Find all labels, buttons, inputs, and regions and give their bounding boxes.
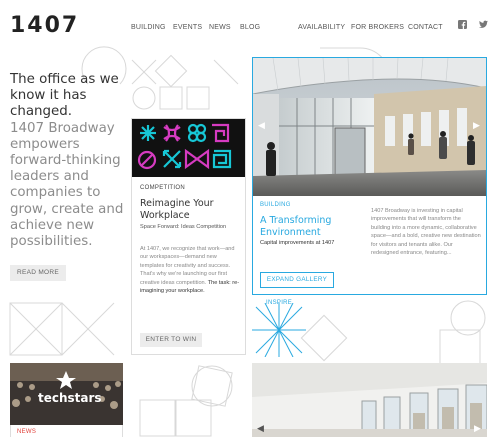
competition-artwork bbox=[132, 119, 245, 177]
nav-contact[interactable]: CONTACT bbox=[408, 24, 443, 31]
twitter-icon[interactable] bbox=[479, 20, 488, 29]
competition-title[interactable]: Reimagine Your Workplace bbox=[140, 198, 240, 221]
read-more-button[interactable]: READ MORE bbox=[10, 265, 66, 281]
techstars-caption: techstars bbox=[38, 391, 102, 405]
building-body: 1407 Broadway is investing in capital im… bbox=[371, 208, 481, 257]
nav-blog[interactable]: BLOG bbox=[240, 24, 260, 31]
hero-text: The office as we know it has changed. 14… bbox=[10, 72, 128, 250]
inspire-starburst-icon[interactable] bbox=[252, 303, 306, 357]
competition-task-label: The task: bbox=[207, 279, 231, 286]
competition-tag: COMPETITION bbox=[140, 185, 185, 191]
competition-body: At 1407, we recognize that work—and our … bbox=[140, 245, 240, 295]
gallery-next-arrow[interactable]: ▶ bbox=[473, 120, 480, 131]
lobby-photo bbox=[253, 58, 486, 196]
interior-prev-arrow[interactable]: ◀ bbox=[257, 423, 264, 434]
building-feature-card[interactable]: ◀ ▶ BUILDING A Transforming Environment … bbox=[252, 57, 487, 295]
hero-heading: The office as we know it has changed. bbox=[10, 72, 119, 120]
hero-subheading: 1407 Broadway empowers forward-thinking … bbox=[10, 120, 124, 250]
nav-availability[interactable]: AVAILABILITY bbox=[298, 24, 345, 31]
competition-subtitle: Space Forward: Ideas Competition bbox=[140, 224, 227, 230]
news-tag: NEWS bbox=[17, 429, 37, 435]
competition-card[interactable]: COMPETITION Reimagine Your Workplace Spa… bbox=[131, 118, 246, 355]
neon-pattern-image bbox=[137, 123, 232, 170]
nav-for-brokers[interactable]: FOR BROKERS bbox=[351, 24, 404, 31]
facebook-icon[interactable] bbox=[458, 20, 467, 29]
building-tag: BUILDING bbox=[260, 202, 291, 208]
gallery-prev-arrow[interactable]: ◀ bbox=[258, 120, 265, 131]
interior-next-arrow[interactable]: ▶ bbox=[474, 423, 481, 434]
interior-windows-photo bbox=[252, 363, 487, 437]
enter-to-win-button[interactable]: ENTER TO WIN bbox=[140, 333, 202, 347]
nav-building[interactable]: BUILDING bbox=[131, 24, 166, 31]
building-title[interactable]: A Transforming Environment bbox=[260, 215, 364, 238]
techstars-news-card[interactable]: techstars bbox=[10, 363, 123, 425]
expand-gallery-button[interactable]: EXPAND GALLERY bbox=[260, 272, 334, 288]
nav-news[interactable]: NEWS bbox=[209, 24, 231, 31]
nav-events[interactable]: EVENTS bbox=[173, 24, 202, 31]
interior-photo-card[interactable]: ◀ ▶ bbox=[252, 363, 487, 437]
site-logo[interactable]: 1407 bbox=[10, 13, 79, 38]
building-subtitle: Capital improvements at 1407 bbox=[260, 240, 335, 246]
